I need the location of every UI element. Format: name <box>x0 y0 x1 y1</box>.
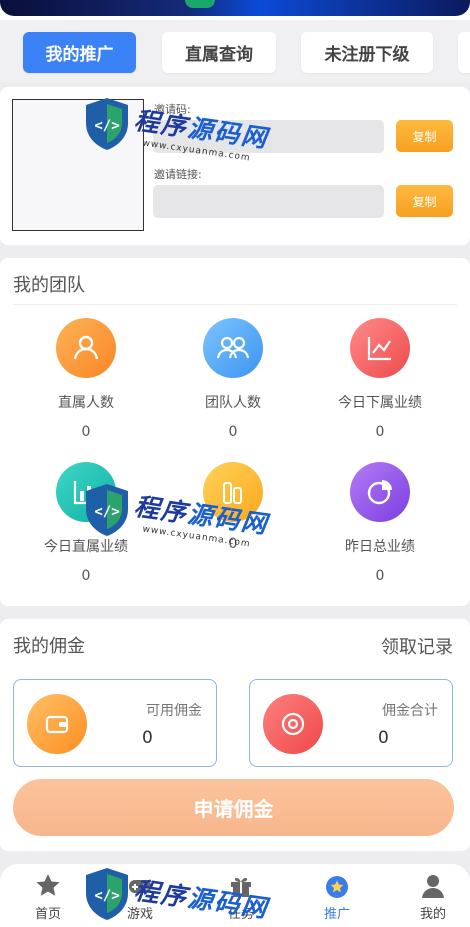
stat-yesterday-direct: 0 <box>158 462 308 552</box>
tab-direct-query[interactable]: 直属查询 <box>162 32 276 73</box>
total-commission-box: 佣金合计 0 <box>249 679 453 767</box>
home-icon <box>34 872 62 900</box>
stat-value: 0 <box>81 568 91 584</box>
available-commission-box: 可用佣金 0 <box>13 679 217 767</box>
wallet-icon <box>27 694 87 754</box>
gamepad-icon <box>126 872 154 900</box>
banner-image <box>0 0 470 16</box>
available-commission-label: 可用佣金 <box>146 703 202 719</box>
target-icon <box>263 694 323 754</box>
stat-value: 0 <box>228 424 238 440</box>
tabbar-label: 推广 <box>323 907 350 922</box>
invite-code-field[interactable] <box>153 120 384 153</box>
tabbar-item-games[interactable]: 游戏 <box>100 872 180 922</box>
invite-code-label: 邀请码: <box>154 103 191 116</box>
stat-yesterday-total: 昨日总业绩 0 <box>305 462 455 584</box>
group-icon <box>203 318 263 378</box>
stat-value: 0 <box>375 424 385 440</box>
stat-label: 团队人数 <box>205 395 261 411</box>
bottom-tab-bar: 首页 游戏 任务 推广 我的 <box>0 864 470 927</box>
tabbar-label: 游戏 <box>126 907 153 922</box>
stat-today-direct-performance: 今日直属业绩 0 <box>11 462 161 584</box>
copy-code-button[interactable]: 复制 <box>396 120 453 152</box>
gift-icon <box>227 872 255 900</box>
pie-chart-icon <box>350 462 410 522</box>
bar-chart-icon <box>56 462 116 522</box>
available-commission-value: 0 <box>142 728 153 748</box>
stat-value: 0 <box>228 536 238 552</box>
stat-label: 今日下属业绩 <box>338 395 422 411</box>
invite-link-label: 邀请链接: <box>154 168 202 181</box>
user-icon <box>419 872 447 900</box>
team-card: 我的团队 直属人数 0 团队人数 0 今日下属业绩 0 今日直属业绩 0 0 昨… <box>0 258 470 606</box>
apply-commission-button[interactable]: 申请佣金 <box>13 779 454 836</box>
stat-label: 昨日总业绩 <box>345 539 415 555</box>
qr-code <box>12 99 144 231</box>
tabbar-label: 我的 <box>419 907 446 922</box>
copy-link-button[interactable]: 复制 <box>396 185 453 217</box>
total-commission-value: 0 <box>378 728 389 748</box>
tabbar-item-promote[interactable]: 推广 <box>297 872 377 922</box>
promote-icon <box>323 872 351 900</box>
top-banner <box>0 0 470 20</box>
commission-title: 我的佣金 <box>13 636 85 657</box>
tabbar-label: 首页 <box>34 907 61 922</box>
invite-link-field[interactable] <box>153 185 384 218</box>
tab-more[interactable] <box>458 32 470 73</box>
users-icon <box>56 318 116 378</box>
team-divider <box>13 304 457 305</box>
stat-team-count: 团队人数 0 <box>158 318 308 440</box>
stat-value: 0 <box>81 424 91 440</box>
stat-label: 直属人数 <box>58 395 114 411</box>
tabbar-label: 任务 <box>227 907 254 922</box>
coins-icon <box>203 462 263 522</box>
claim-record-link[interactable]: 领取记录 <box>381 633 453 659</box>
stat-value: 0 <box>375 568 385 584</box>
stat-label: 今日直属业绩 <box>44 539 128 555</box>
commission-card: 我的佣金 领取记录 可用佣金 0 佣金合计 0 申请佣金 <box>0 619 470 851</box>
line-chart-icon <box>350 318 410 378</box>
tab-unregistered[interactable]: 未注册下级 <box>301 32 433 73</box>
tabbar-item-tasks[interactable]: 任务 <box>201 872 281 922</box>
total-commission-label: 佣金合计 <box>382 703 438 719</box>
team-title: 我的团队 <box>13 275 85 296</box>
stat-today-sub-performance: 今日下属业绩 0 <box>305 318 455 440</box>
tab-bar: 我的推广 直属查询 未注册下级 <box>0 20 470 82</box>
tabbar-item-home[interactable]: 首页 <box>8 872 88 922</box>
tabbar-item-mine[interactable]: 我的 <box>393 872 470 922</box>
invite-card: 邀请码: 复制 邀请链接: 复制 <box>0 87 470 245</box>
banner-indicator <box>185 0 215 8</box>
tab-my-promotion[interactable]: 我的推广 <box>23 32 136 73</box>
stat-direct-count: 直属人数 0 <box>11 318 161 440</box>
